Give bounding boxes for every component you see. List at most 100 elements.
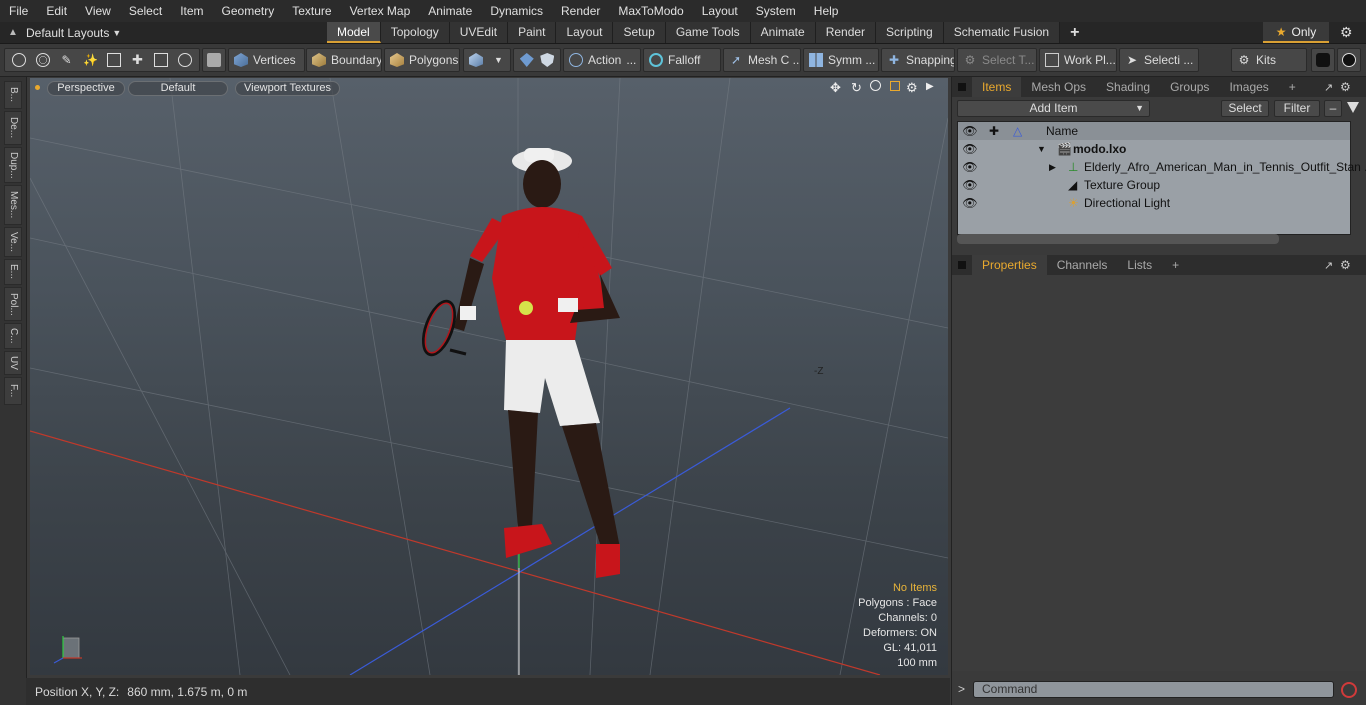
left-tab-curve[interactable]: C... [4, 323, 22, 349]
shield-icon[interactable] [540, 53, 555, 67]
unreal-button[interactable] [1337, 48, 1361, 72]
action-center-button[interactable]: Action ... [563, 48, 641, 72]
add-panel-tab-icon[interactable]: + [1279, 77, 1306, 97]
tab-schematic-fusion[interactable]: Schematic Fusion [943, 22, 1061, 43]
rotate-view-icon[interactable]: ↻ [851, 80, 862, 96]
kits-button[interactable]: ⚙ Kits [1231, 48, 1307, 72]
pen-tool-icon[interactable]: ✎ [60, 53, 74, 67]
viewport-textures-button[interactable]: Viewport Textures [235, 81, 340, 96]
left-tab-vertex[interactable]: Ve... [4, 227, 22, 257]
tab-setup[interactable]: Setup [613, 22, 666, 43]
tab-scripting[interactable]: Scripting [876, 22, 944, 43]
menu-system[interactable]: System [747, 0, 805, 22]
circle-select-icon[interactable] [12, 53, 27, 67]
brush-icon[interactable]: ✨ [83, 53, 98, 67]
symmetry-button[interactable]: Symm ... [803, 48, 879, 72]
falloff-button[interactable]: Falloff [643, 48, 721, 72]
item-row[interactable]: 👁 ☀ Directional Light [958, 194, 1350, 212]
item-list-scrollbar[interactable] [957, 234, 1279, 244]
3d-viewport[interactable]: -Z No Items Polygons : Face Channels: 0 … [30, 78, 948, 675]
globe-icon[interactable] [35, 53, 50, 67]
menu-help[interactable]: Help [805, 0, 848, 22]
left-tab-uv[interactable]: UV [4, 351, 22, 375]
menu-vertex-map[interactable]: Vertex Map [341, 0, 420, 22]
selection-sets-button[interactable]: ➤ Selecti ... [1119, 48, 1199, 72]
panel-gear-icon[interactable]: ⚙ [1340, 80, 1351, 94]
mesh-constraint-button[interactable]: ➚ Mesh C ... [723, 48, 801, 72]
visibility-eye-icon[interactable]: 👁 [958, 176, 982, 194]
panel-menu-dot-icon[interactable] [958, 83, 966, 91]
add-item-button[interactable]: Add Item ▼ [957, 100, 1150, 117]
tab-mesh-ops[interactable]: Mesh Ops [1021, 77, 1096, 97]
item-row[interactable]: 👁 ◢ Texture Group [958, 176, 1350, 194]
only-toggle[interactable]: ★ Only [1263, 22, 1329, 43]
item-row[interactable]: 👁 ▶ ⊥ Elderly_Afro_American_Man_in_Tenni… [958, 158, 1366, 176]
command-input[interactable]: Command [973, 681, 1334, 698]
menu-edit[interactable]: Edit [37, 0, 76, 22]
gear-icon[interactable]: ⚙ [1340, 24, 1353, 41]
material-mode-dropdown[interactable]: ▼ [463, 48, 511, 72]
fit-view-icon[interactable] [890, 81, 900, 91]
tab-topology[interactable]: Topology [380, 22, 450, 43]
item-mode-button[interactable] [202, 48, 226, 72]
expand-arrow-icon[interactable]: ▼ [1037, 140, 1046, 158]
tab-lists[interactable]: Lists [1117, 255, 1162, 275]
layout-collapse-icon[interactable]: ▲ [0, 27, 26, 38]
transform-center-icon[interactable]: ✚ [130, 53, 144, 67]
tab-animate[interactable]: Animate [750, 22, 816, 43]
left-tab-deform[interactable]: De... [4, 111, 22, 145]
align-icon[interactable] [106, 53, 121, 67]
perspective-button[interactable]: Perspective [47, 81, 125, 96]
menu-render[interactable]: Render [552, 0, 609, 22]
panel-menu-dot-icon[interactable] [958, 261, 966, 269]
visibility-eye-icon[interactable]: 👁 [958, 140, 982, 158]
add-tab-icon[interactable]: + [1060, 22, 1089, 43]
tab-properties[interactable]: Properties [972, 255, 1047, 275]
move-view-icon[interactable]: ✥ [830, 80, 841, 96]
menu-dynamics[interactable]: Dynamics [481, 0, 552, 22]
record-icon[interactable] [1341, 682, 1357, 698]
menu-animate[interactable]: Animate [419, 0, 481, 22]
polygons-button[interactable]: Polygons [384, 48, 460, 72]
expand-arrow-icon[interactable]: ▶ [1049, 158, 1056, 176]
tab-images[interactable]: Images [1219, 77, 1278, 97]
tab-groups[interactable]: Groups [1160, 77, 1219, 97]
left-tab-polygon[interactable]: Pol... [4, 287, 22, 321]
tab-layout[interactable]: Layout [556, 22, 614, 43]
select-button[interactable]: Select [1221, 100, 1269, 117]
name-header[interactable]: Name [1046, 122, 1078, 140]
tab-shading[interactable]: Shading [1096, 77, 1160, 97]
tab-render[interactable]: Render [815, 22, 877, 43]
vertices-button[interactable]: Vertices [228, 48, 305, 72]
square-target-icon[interactable] [154, 53, 169, 67]
unity-button[interactable] [1311, 48, 1335, 72]
zoom-view-icon[interactable] [870, 80, 881, 91]
viewport-expand-icon[interactable]: ▶ [926, 81, 934, 92]
tab-paint[interactable]: Paint [508, 22, 557, 43]
viewport-gear-icon[interactable]: ⚙ [906, 80, 918, 96]
menu-select[interactable]: Select [120, 0, 171, 22]
left-tab-mesh-edit[interactable]: Mes... [4, 185, 22, 225]
maximize-icon[interactable]: ↗ [1324, 81, 1333, 94]
snapping-button[interactable]: ✚ Snapping [881, 48, 955, 72]
viewport-menu-dot-icon[interactable] [35, 85, 40, 90]
tab-game-tools[interactable]: Game Tools [665, 22, 751, 43]
filter-button[interactable]: Filter [1274, 100, 1320, 117]
menu-view[interactable]: View [76, 0, 120, 22]
left-tab-duplicate[interactable]: Dup... [4, 147, 22, 183]
menu-file[interactable]: File [0, 0, 37, 22]
tab-channels[interactable]: Channels [1047, 255, 1118, 275]
menu-layout[interactable]: Layout [693, 0, 747, 22]
work-plane-button[interactable]: Work Pl... [1039, 48, 1117, 72]
slash-circle-icon[interactable] [177, 53, 192, 67]
select-through-button[interactable]: ⚙ Select T... [957, 48, 1037, 72]
visibility-eye-icon[interactable]: 👁 [958, 158, 982, 176]
menu-item[interactable]: Item [171, 0, 212, 22]
visibility-eye-icon[interactable]: 👁 [958, 194, 982, 212]
shading-default-button[interactable]: Default [128, 81, 228, 96]
tab-uvedit[interactable]: UVEdit [449, 22, 509, 43]
gem-icon[interactable] [519, 53, 534, 67]
left-tab-basic[interactable]: B... [4, 81, 22, 109]
collapse-icon[interactable]: – [1324, 100, 1342, 117]
boundary-button[interactable]: Boundary [306, 48, 382, 72]
